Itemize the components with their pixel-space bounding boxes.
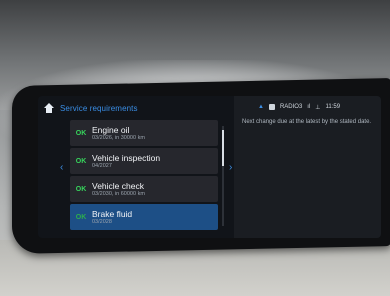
item-detail: 03/2030, in 60000 km — [92, 190, 145, 197]
item-detail: 03/2026, in 30000 km — [92, 134, 145, 141]
caret-up-icon[interactable]: ▲ — [258, 104, 264, 110]
phone-icon: ⊥ — [315, 104, 321, 111]
service-item-brake-fluid[interactable]: OK Brake fluid 03/2028 — [70, 204, 218, 230]
page-title: Service requirements — [60, 103, 138, 113]
signal-icon: ıl — [307, 104, 311, 110]
chevron-right-icon[interactable]: › — [229, 162, 232, 173]
infotainment-screen: Service requirements ‹ OK Engine oil 03/… — [38, 96, 381, 238]
screen-header: Service requirements — [44, 102, 224, 114]
service-item-engine-oil[interactable]: OK Engine oil 03/2026, in 30000 km — [70, 120, 218, 146]
ok-badge: OK — [75, 129, 87, 137]
item-detail: 04/2027 — [92, 162, 112, 169]
service-item-vehicle-check[interactable]: OK Vehicle check 03/2030, in 60000 km — [70, 176, 218, 202]
home-icon[interactable] — [44, 103, 54, 113]
ok-badge: OK — [75, 185, 87, 193]
service-list-panel: Service requirements ‹ OK Engine oil 03/… — [38, 96, 224, 238]
item-name: Vehicle inspection — [92, 152, 161, 163]
item-texts: Brake fluid 03/2028 — [92, 209, 132, 226]
chevron-left-icon[interactable]: ‹ — [60, 162, 63, 173]
service-note: Next change due at the latest by the sta… — [242, 119, 372, 125]
ok-badge: OK — [75, 157, 87, 165]
clock-time: 11:59 — [325, 104, 341, 110]
item-name: Engine oil — [92, 124, 130, 135]
status-bar: ▲ RADIO3 ıl ⊥ 11:59 — [258, 102, 380, 112]
radio-source: RADIO3 — [279, 104, 303, 110]
service-list: OK Engine oil 03/2026, in 30000 km OK Ve… — [70, 120, 220, 238]
radio-icon — [268, 104, 275, 110]
scrollbar-thumb[interactable] — [222, 130, 224, 166]
item-texts: Vehicle check 03/2030, in 60000 km — [92, 181, 145, 198]
item-name: Vehicle check — [92, 180, 144, 191]
item-name: Brake fluid — [92, 208, 133, 219]
ok-badge: OK — [75, 213, 87, 221]
service-item-vehicle-inspection[interactable]: OK Vehicle inspection 04/2027 — [70, 148, 218, 174]
detail-panel: ▲ RADIO3 ıl ⊥ 11:59 Next change due at t… — [234, 96, 381, 238]
item-texts: Vehicle inspection 04/2027 — [92, 153, 160, 170]
item-detail: 03/2028 — [92, 218, 112, 225]
item-texts: Engine oil 03/2026, in 30000 km — [92, 125, 145, 142]
